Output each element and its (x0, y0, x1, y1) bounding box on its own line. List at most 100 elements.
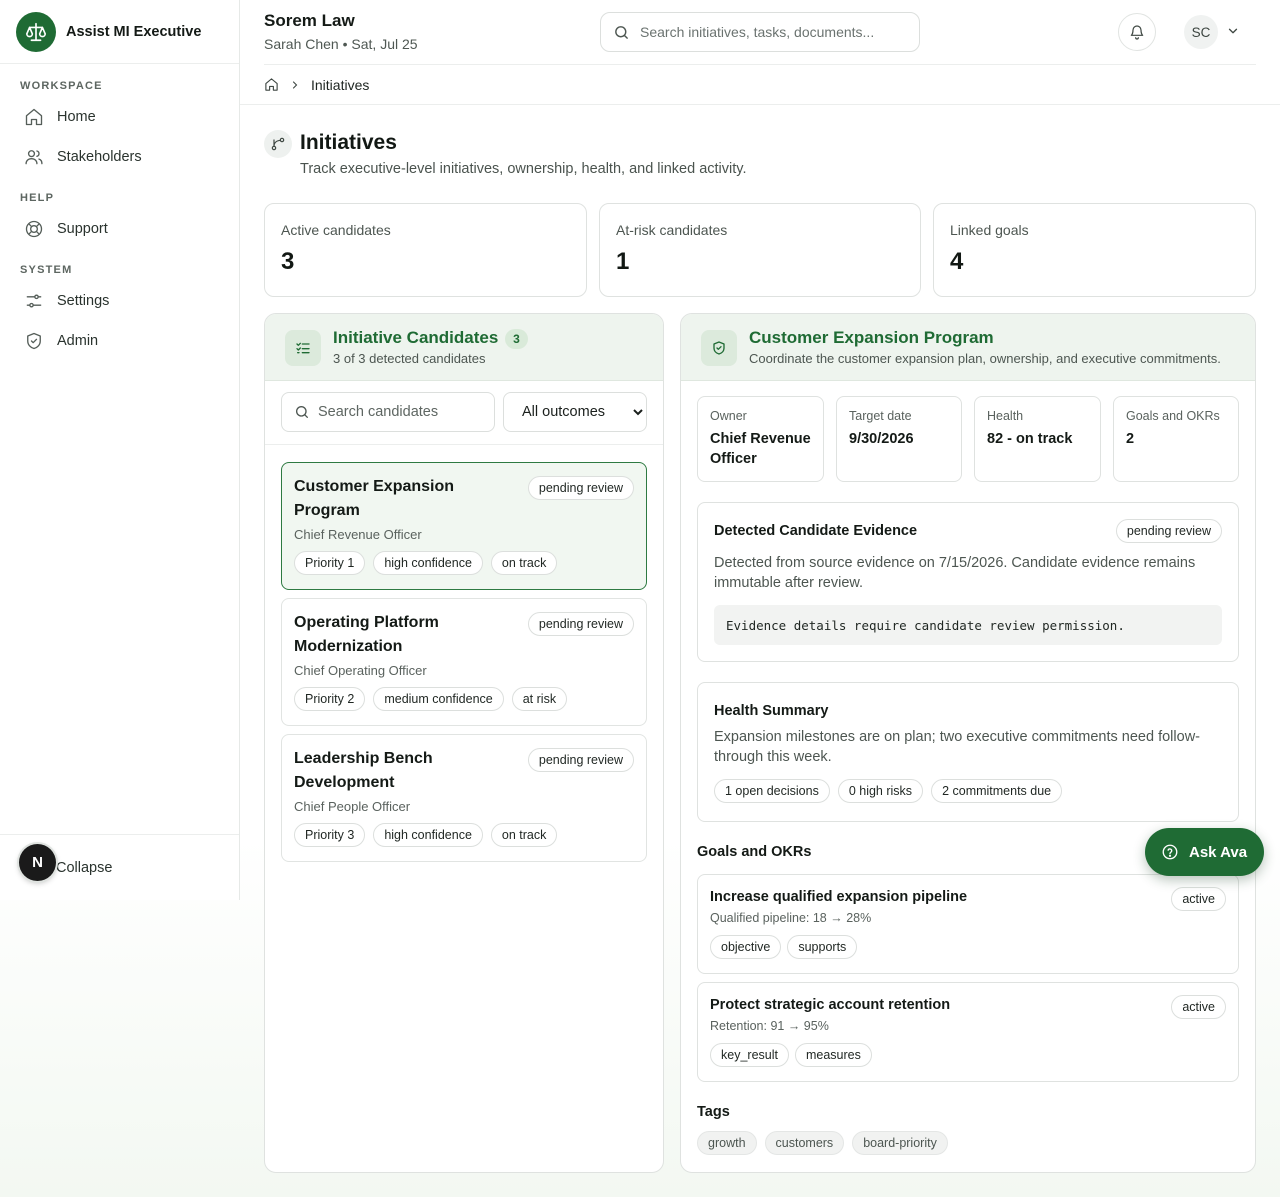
sidebar-item-support[interactable]: Support (12, 210, 227, 248)
help-circle-icon (1162, 844, 1178, 860)
nav-section-system: SYSTEM Settings Admin (0, 264, 239, 360)
tag-chip[interactable]: board-priority (852, 1131, 948, 1155)
candidate-tags: Priority 3 high confidence on track (294, 823, 558, 847)
search-input[interactable] (640, 24, 900, 40)
meta-value: 2 (1126, 431, 1135, 447)
goal-tag: measures (794, 1043, 872, 1067)
goal-status-badge: active (1171, 995, 1226, 1019)
meta-value: 9/30/2026 (849, 431, 914, 447)
meta-label: Owner (710, 409, 747, 423)
collapse-button[interactable]: N Collapse (0, 834, 239, 900)
stat-value: 4 (950, 248, 964, 275)
checklist-icon (285, 330, 321, 366)
candidate-card[interactable]: Leadership Bench Development pending rev… (281, 734, 647, 862)
meta-label: Target date (849, 409, 912, 423)
goal-title: Increase qualified expansion pipeline (710, 889, 968, 905)
goal-card[interactable]: Protect strategic account retention acti… (697, 982, 1239, 1082)
page-title: Initiatives (300, 131, 397, 154)
initiative-detail-panel: Customer Expansion Program Coordinate th… (680, 313, 1256, 1173)
nav-heading: WORKSPACE (20, 80, 103, 92)
org-name: Sorem Law (264, 11, 355, 30)
chevron-right-icon (292, 80, 298, 89)
user-badge[interactable]: N (19, 844, 56, 881)
goal-tags: key_result measures (710, 1043, 872, 1067)
nav-section-help: HELP Support (0, 192, 239, 248)
ask-ava-button[interactable]: Ask Ava (1145, 828, 1264, 876)
goal-card[interactable]: Increase qualified expansion pipeline ac… (697, 874, 1239, 974)
evidence-code: Evidence details require candidate revie… (714, 605, 1222, 645)
health-chips: 1 open decisions 0 high risks 2 commitme… (714, 779, 1063, 803)
sidebar-item-home[interactable]: Home (12, 98, 227, 136)
candidate-card[interactable]: Operating Platform Modernization pending… (281, 598, 647, 726)
goal-tags: objective supports (710, 935, 858, 959)
stat-card-at-risk: At-risk candidates 1 (599, 203, 921, 297)
chevron-down-icon[interactable] (1226, 24, 1240, 38)
goal-metric: Retention: 91 → 95% (710, 1019, 829, 1033)
search-icon (296, 406, 308, 418)
lifebuoy-icon (25, 220, 43, 238)
status-badge: pending review (1115, 519, 1222, 543)
health-summary-card: Health Summary Expansion milestones are … (697, 682, 1239, 822)
tag-chip[interactable]: growth (697, 1131, 757, 1155)
scales-logo-icon (16, 11, 56, 52)
notifications-button[interactable] (1118, 13, 1156, 51)
detail-subtitle: Coordinate the customer expansion plan, … (749, 351, 1221, 366)
meta-health: Health 82 - on track (974, 396, 1101, 482)
priority-pill: Priority 1 (294, 551, 366, 575)
branch-icon (264, 130, 292, 158)
sidebar-item-label: Support (57, 221, 108, 237)
brand[interactable]: Assist MI Executive (0, 0, 239, 64)
health-pill: at risk (511, 687, 568, 711)
tag-chip[interactable]: customers (764, 1131, 845, 1155)
goals-heading: Goals and OKRs (697, 844, 812, 860)
stat-label: Linked goals (950, 222, 1029, 238)
goal-tag: key_result (710, 1043, 789, 1067)
meta-goals: Goals and OKRs 2 (1113, 396, 1239, 482)
sidebar-item-stakeholders[interactable]: Stakeholders (12, 138, 227, 176)
candidates-panel: Initiative Candidates 3 3 of 3 detected … (264, 313, 664, 1173)
nav-section-workspace: WORKSPACE Home Stakeholders (0, 80, 239, 176)
meta-owner: Owner Chief Revenue Officer (697, 396, 824, 482)
candidate-owner: Chief People Officer (294, 799, 411, 814)
candidate-search-input[interactable] (318, 404, 488, 420)
meta-value: Chief Revenue Officer (710, 431, 811, 467)
page-subtitle: Track executive-level initiatives, owner… (300, 161, 747, 177)
health-chip: 1 open decisions (714, 779, 830, 803)
home-icon[interactable] (264, 77, 279, 92)
breadcrumb: Initiatives (240, 65, 1280, 105)
panel-title: Initiative Candidates (333, 328, 499, 347)
collapse-label: Collapse (56, 859, 113, 876)
global-search[interactable] (600, 12, 920, 52)
sidebar-item-settings[interactable]: Settings (12, 282, 227, 320)
meta-label: Health (987, 409, 1024, 423)
ask-ava-label: Ask Ava (1189, 843, 1248, 861)
count-badge: 3 (505, 329, 528, 349)
avatar[interactable]: SC (1184, 15, 1218, 49)
bell-icon (1130, 25, 1144, 40)
goal-tag: objective (710, 935, 782, 959)
goal-title: Protect strategic account retention (710, 997, 951, 1013)
sidebar-item-admin[interactable]: Admin (12, 322, 227, 360)
meta-value: 82 - on track (987, 431, 1073, 447)
status-badge: pending review (527, 612, 634, 636)
status-badge: pending review (527, 748, 634, 772)
sidebar-item-label: Admin (57, 333, 99, 349)
candidate-search[interactable] (281, 392, 495, 432)
candidate-card[interactable]: Customer Expansion Program pending revie… (281, 462, 647, 590)
evidence-card: Detected Candidate Evidence pending revi… (697, 502, 1239, 662)
sliders-icon (26, 294, 42, 308)
outcome-filter-select[interactable]: All outcomes (503, 392, 647, 432)
stat-value: 1 (616, 248, 630, 275)
candidate-title: Customer Expansion Program (294, 478, 455, 519)
sidebar: Assist MI Executive WORKSPACE Home Stake… (0, 0, 240, 900)
confidence-pill: medium confidence (373, 687, 504, 711)
user-date-line: Sarah Chen • Sat, Jul 25 (264, 36, 418, 52)
priority-pill: Priority 2 (294, 687, 366, 711)
users-icon (25, 150, 43, 165)
candidate-title: Leadership Bench Development (294, 750, 433, 791)
nav-heading: HELP (20, 192, 55, 204)
panel-subtitle: 3 of 3 detected candidates (333, 351, 486, 366)
shield-check-icon (701, 330, 737, 366)
health-summary-title: Health Summary (714, 703, 829, 719)
goal-metric: Qualified pipeline: 18 → 28% (710, 911, 872, 925)
